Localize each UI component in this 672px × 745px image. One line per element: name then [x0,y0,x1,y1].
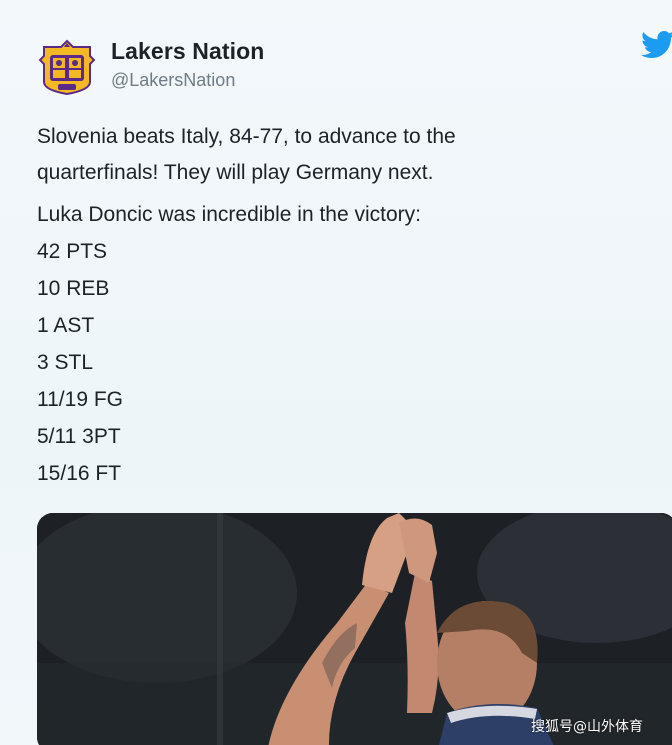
twitter-bird-icon[interactable] [640,30,672,60]
stat-line: 5/11 3PT [37,425,121,448]
lakers-nation-crest-icon [38,39,96,96]
tweet-text-line: quarterfinals! They will play Germany ne… [37,161,434,184]
stat-line: 11/19 FG [37,388,123,411]
stat-line: 1 AST [37,314,95,337]
tweet-text: Slovenia beats Italy, 84-77, to advance … [37,119,657,492]
tweet-text-line: Luka Doncic was incredible in the victor… [37,203,422,226]
stat-line: 10 REB [37,277,110,300]
stat-line: 42 PTS [37,240,108,263]
stat-line: 3 STL [37,351,94,374]
stat-line: 15/16 FT [37,462,122,485]
tweet-text-line: Slovenia beats Italy, 84-77, to advance … [37,125,456,148]
author-name[interactable]: Lakers Nation [111,38,264,65]
basketball-player-photo [37,513,672,745]
avatar[interactable] [38,38,96,96]
tweet-card: Lakers Nation @LakersNation Slovenia bea… [0,0,672,745]
tweet-photo[interactable] [37,513,672,745]
watermark: 搜狐号@山外体育 [531,719,643,735]
author-handle[interactable]: @LakersNation [111,70,235,91]
